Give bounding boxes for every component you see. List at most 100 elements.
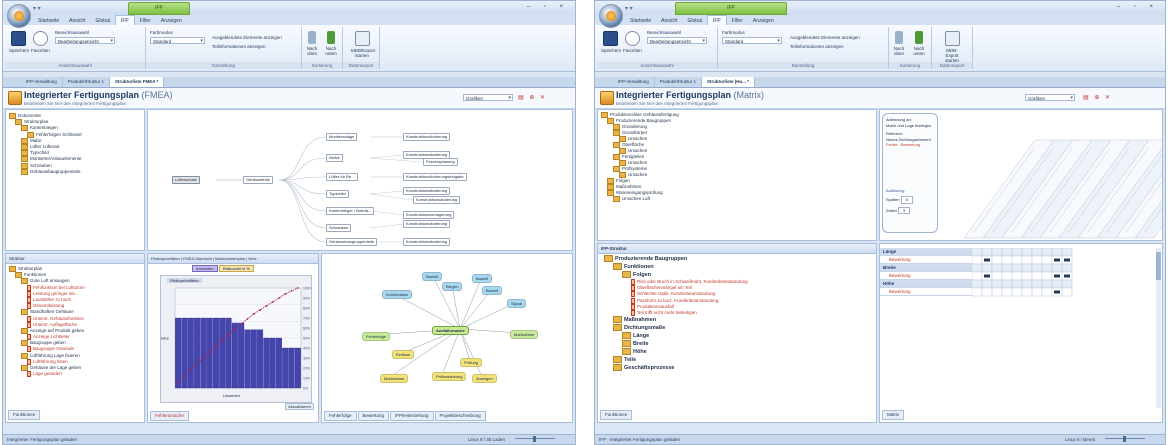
- matrix-cell[interactable]: [991, 287, 1003, 297]
- diagram-node[interactable]: Montieranlage: [326, 133, 358, 141]
- diagram-node[interactable]: Gehäusefüße: [243, 176, 274, 184]
- doc-tab-active[interactable]: Strukturliste (Hu... *: [702, 77, 756, 87]
- diagram-node[interactable]: Lüfterschale: [172, 176, 200, 184]
- context-tab-ifp[interactable]: IFP: [128, 2, 190, 15]
- area-combo[interactable]: Bearbeitungsansicht: [55, 37, 115, 45]
- diagram-node[interactable]: Konstruktionsänderung: [403, 220, 451, 228]
- diagram-node[interactable]: Konstruktionsänderung: [413, 196, 461, 204]
- doc-tab[interactable]: IFP-Verwaltung: [613, 77, 655, 87]
- matrix-cell[interactable]: [972, 287, 983, 297]
- matrix-cell[interactable]: [972, 255, 983, 265]
- pane-tab[interactable]: Fehlerursache: [150, 411, 189, 421]
- matrix-cell[interactable]: [991, 255, 1003, 265]
- diagram-node[interactable]: Prozessplanung: [423, 158, 458, 166]
- matrix-cell[interactable]: [1011, 279, 1023, 289]
- pane-tab[interactable]: Funktionen: [8, 410, 41, 420]
- diagram-node[interactable]: Typschild: [326, 190, 349, 198]
- spin-rows[interactable]: 3: [898, 206, 911, 214]
- mindmap-node[interactable]: Bauteil: [482, 286, 503, 295]
- matrix-cell[interactable]: [1011, 271, 1023, 281]
- matrix-cell[interactable]: [1001, 255, 1013, 265]
- chart-button-views[interactable]: Ansichten: [192, 265, 218, 272]
- matrix-cell[interactable]: [1001, 248, 1013, 257]
- matrix-cell[interactable]: [1031, 279, 1043, 289]
- view-combo[interactable]: Grafiken: [1025, 94, 1075, 102]
- matrix-scrollbar[interactable]: [1156, 248, 1161, 408]
- matrix-cell[interactable]: [981, 248, 993, 257]
- matrix-row-header[interactable]: Höhe: [880, 280, 972, 288]
- matrix-row[interactable]: Bewertung: [880, 256, 972, 264]
- view-combo[interactable]: Grafiken: [463, 94, 513, 102]
- option-hidden-elements[interactable]: Ausgeblendete Elemente anzeigen: [212, 35, 282, 40]
- application-menu-button[interactable]: [599, 4, 623, 28]
- pane-tab[interactable]: Matrix: [882, 410, 905, 420]
- matrix-cell[interactable]: [981, 279, 993, 289]
- save-button[interactable]: Speichern: [9, 31, 29, 53]
- mindmap-node[interactable]: Bauteil: [472, 274, 493, 283]
- pane-tab[interactable]: IFPM-Beziehung: [390, 411, 434, 421]
- window-controls[interactable]: – ▫ ×: [1117, 4, 1159, 10]
- diagram-node[interactable]: Aktive: [326, 154, 343, 162]
- matrix-cell[interactable]: [991, 271, 1003, 281]
- matrix-cell[interactable]: [1001, 271, 1013, 281]
- spin-columns[interactable]: 5: [900, 196, 913, 204]
- mindmap-node[interactable]: Einfluss: [392, 350, 415, 359]
- diagram-node[interactable]: Konstruktionsänderung: [403, 133, 451, 141]
- mindmap-node[interactable]: Anzeigen: [472, 374, 497, 383]
- mindmap-node[interactable]: Kombination: [382, 290, 413, 299]
- diagram-node[interactable]: Kantenbieger / Bohrfa...: [326, 207, 375, 215]
- diagram-node[interactable]: Konstruktionsänderung: [403, 238, 451, 246]
- tree-node[interactable]: Breite: [604, 340, 748, 348]
- matrix-cell[interactable]: [1041, 263, 1053, 273]
- matrix-cell[interactable]: [1061, 263, 1073, 273]
- quick-access-toolbar[interactable]: ▾ ▾: [33, 5, 41, 12]
- mindmap-node[interactable]: Prüfung: [460, 358, 483, 367]
- move-down-button[interactable]: Nach unten: [910, 31, 928, 56]
- doc-tab[interactable]: Produkt/Struktur 1: [655, 77, 703, 87]
- matrix-cell[interactable]: [1051, 263, 1063, 273]
- matrix-cell[interactable]: [1051, 279, 1063, 289]
- matrix-cell[interactable]: [1021, 263, 1033, 273]
- option-hidden-elements[interactable]: Ausgeblendete Elemente anzeigen: [790, 35, 860, 40]
- tree-node[interactable]: Höhe: [604, 348, 748, 356]
- doc-tab[interactable]: IFP-Verwaltung: [21, 77, 63, 87]
- move-up-button[interactable]: Nach oben: [890, 31, 908, 56]
- matrix-cell[interactable]: [991, 248, 1003, 257]
- matrix-cell[interactable]: [1011, 248, 1023, 257]
- mindmap-node[interactable]: Maßnahme: [380, 374, 409, 383]
- color-mode-combo[interactable]: Standard: [722, 37, 782, 45]
- matrix-cell[interactable]: [1041, 248, 1053, 257]
- tree-node[interactable]: Produzierende Baugruppen: [604, 255, 748, 263]
- tab-net[interactable]: Netz: [248, 256, 256, 261]
- matrix-cell[interactable]: [1021, 248, 1033, 257]
- matrix-cell[interactable]: [1001, 287, 1013, 297]
- application-menu-button[interactable]: [7, 4, 31, 28]
- matrix-cell[interactable]: [981, 263, 993, 273]
- matrix-cell[interactable]: [1031, 271, 1043, 281]
- tab-risk[interactable]: Risikoprioritäten: [151, 256, 180, 261]
- matrix-cell[interactable]: [1021, 287, 1033, 297]
- matrix-cell[interactable]: [1011, 263, 1023, 273]
- favorites-button[interactable]: Favoriten: [623, 31, 642, 53]
- pane-tab[interactable]: Funktionen: [600, 410, 633, 420]
- move-down-button[interactable]: Nach unten: [322, 31, 340, 56]
- matrix-cell[interactable]: [1031, 248, 1043, 257]
- matrix-cell[interactable]: [972, 263, 983, 273]
- mindmap-node[interactable]: Signal: [507, 299, 527, 308]
- doc-tab-active[interactable]: Strukturliste FMEA *: [110, 77, 165, 87]
- matrix-cell[interactable]: [1051, 248, 1063, 257]
- chart-button-percent[interactable]: Risikozahl in %: [218, 265, 254, 272]
- matrix-cell[interactable]: [1041, 287, 1053, 297]
- context-tab-ifp[interactable]: IFP: [675, 2, 787, 15]
- matrix-cell[interactable]: [1061, 279, 1073, 289]
- tree-node[interactable]: Ursachen Luft: [601, 196, 679, 202]
- tab-plan[interactable]: Maßnahmenplan: [215, 256, 245, 261]
- matrix-cell[interactable]: [1061, 248, 1073, 257]
- diagram-node[interactable]: Konstruktionsverlagerung: [403, 211, 455, 219]
- tree-node[interactable]: Teile: [604, 356, 748, 364]
- matrix-row-header[interactable]: Breite: [880, 264, 972, 272]
- matrix-cell[interactable]: [1061, 287, 1073, 297]
- option-part-info[interactable]: Teilinformationen anzeigen: [790, 44, 844, 49]
- tree-node[interactable]: Maßnahmen: [604, 316, 748, 324]
- pane-tab[interactable]: Fehlerfolge: [324, 411, 357, 421]
